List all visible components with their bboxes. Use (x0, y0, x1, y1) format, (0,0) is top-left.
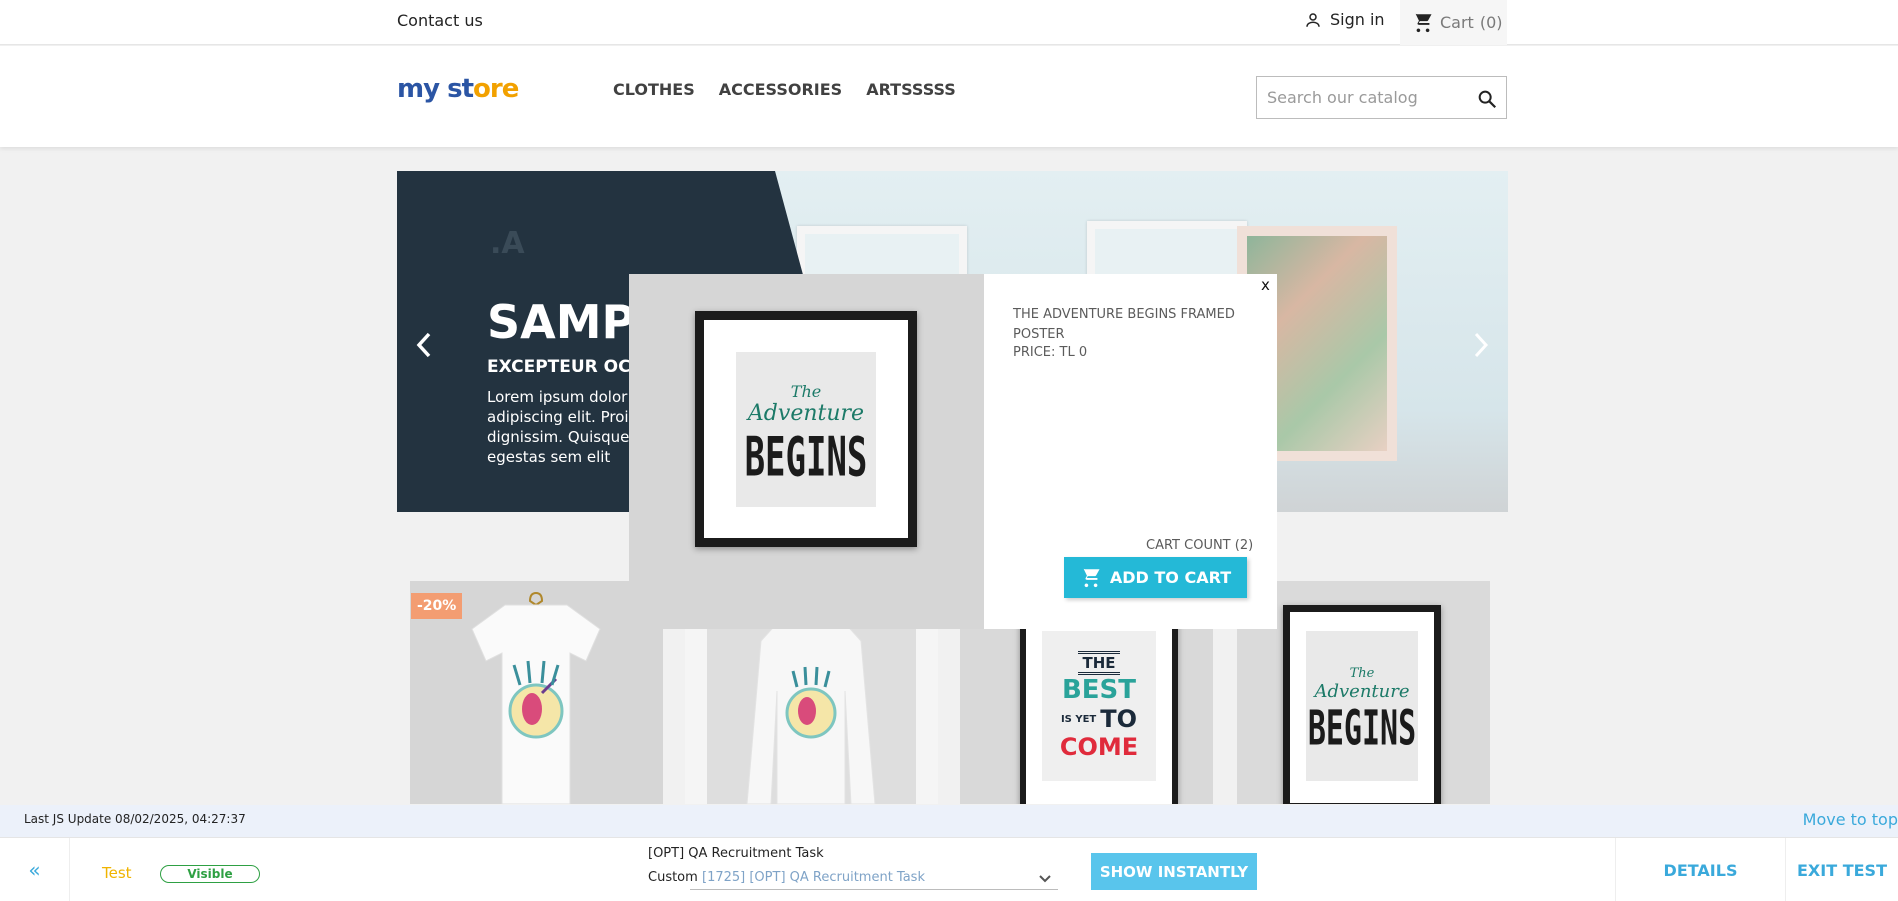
task-select-value: [1725] [OPT] QA Recruitment Task (702, 870, 925, 885)
cart-link[interactable]: Cart (0) (1400, 0, 1507, 45)
modal-product-price: PRICE: TL 0 (1013, 345, 1088, 360)
visible-badge: Visible (160, 865, 260, 883)
nav-item-artsssss[interactable]: ARTSSSSS (866, 80, 956, 99)
chevron-down-icon (1039, 875, 1051, 883)
search-icon[interactable] (1476, 88, 1498, 110)
banner-text: Lorem ipsum dolor s adipiscing elit. Pro… (487, 388, 644, 466)
discount-badge: -20% (411, 593, 463, 619)
search-input[interactable] (1257, 77, 1457, 118)
test-control-bar: « Test Visible [OPT] QA Recruitment Task… (0, 837, 1898, 901)
add-to-cart-button[interactable]: ADD TO CART (1064, 557, 1247, 598)
main-nav: CLOTHES ACCESSORIES ARTSSSSS (613, 80, 956, 99)
adventure-poster-art: The Adventure BEGINS (1306, 631, 1418, 781)
banner-title: SAMP (487, 295, 636, 349)
cart-icon (1412, 13, 1432, 32)
nav-item-clothes[interactable]: CLOTHES (613, 80, 695, 99)
banner-subtitle: EXCEPTEUR OCC (487, 357, 644, 377)
store-logo[interactable]: my store (397, 74, 519, 104)
modal-product-title: THE ADVENTURE BEGINS FRAMED POSTER (1013, 307, 1235, 342)
contact-us-link[interactable]: Contact us (397, 11, 483, 30)
banner-brand-mark: .A (490, 226, 525, 261)
best-poster-art: THE BEST IS YET TO COME (1042, 631, 1156, 781)
carousel-next-arrow[interactable] (1472, 331, 1490, 367)
exit-test-button[interactable]: EXIT TEST (1785, 838, 1898, 901)
task-name: [OPT] QA Recruitment Task (648, 846, 824, 861)
cart-count: (0) (1479, 13, 1503, 32)
cart-icon (1080, 568, 1100, 587)
user-icon (1306, 12, 1320, 27)
show-instantly-button[interactable]: SHOW INSTANTLY (1091, 853, 1257, 890)
modal-close-button[interactable]: x (1261, 276, 1270, 294)
carousel-prev-arrow[interactable] (415, 331, 433, 367)
search-box (1256, 76, 1507, 119)
cart-label: Cart (1440, 13, 1474, 32)
js-update-bar: Last JS Update 08/02/2025, 04:27:37 Move… (0, 805, 1898, 837)
move-to-top-link[interactable]: Move to top (1803, 810, 1898, 829)
js-update-text: Last JS Update 08/02/2025, 04:27:37 (24, 812, 246, 826)
top-bar: Contact us Sign in Cart (0) (0, 0, 1898, 45)
main-header: my store CLOTHES ACCESSORIES ARTSSSSS (0, 46, 1898, 147)
collapse-button[interactable]: « (0, 838, 70, 901)
add-to-cart-label: ADD TO CART (1109, 568, 1232, 587)
test-label: Test (102, 864, 132, 882)
nav-item-accessories[interactable]: ACCESSORIES (719, 80, 842, 99)
task-select[interactable]: [1725] [OPT] QA Recruitment Task (690, 866, 1058, 890)
sign-in-link[interactable]: Sign in (1304, 10, 1385, 29)
chevron-left-icon (416, 332, 431, 358)
modal-product-image: The Adventure BEGINS (629, 274, 984, 629)
chevron-right-icon (1474, 332, 1489, 358)
modal-cart-count: CART COUNT (2) (1146, 538, 1254, 553)
sign-in-label: Sign in (1330, 10, 1385, 29)
product-card-tshirt[interactable]: -20% (410, 581, 663, 804)
details-button[interactable]: DETAILS (1615, 838, 1785, 901)
modal-adventure-poster-art: The Adventure BEGINS (736, 352, 876, 507)
